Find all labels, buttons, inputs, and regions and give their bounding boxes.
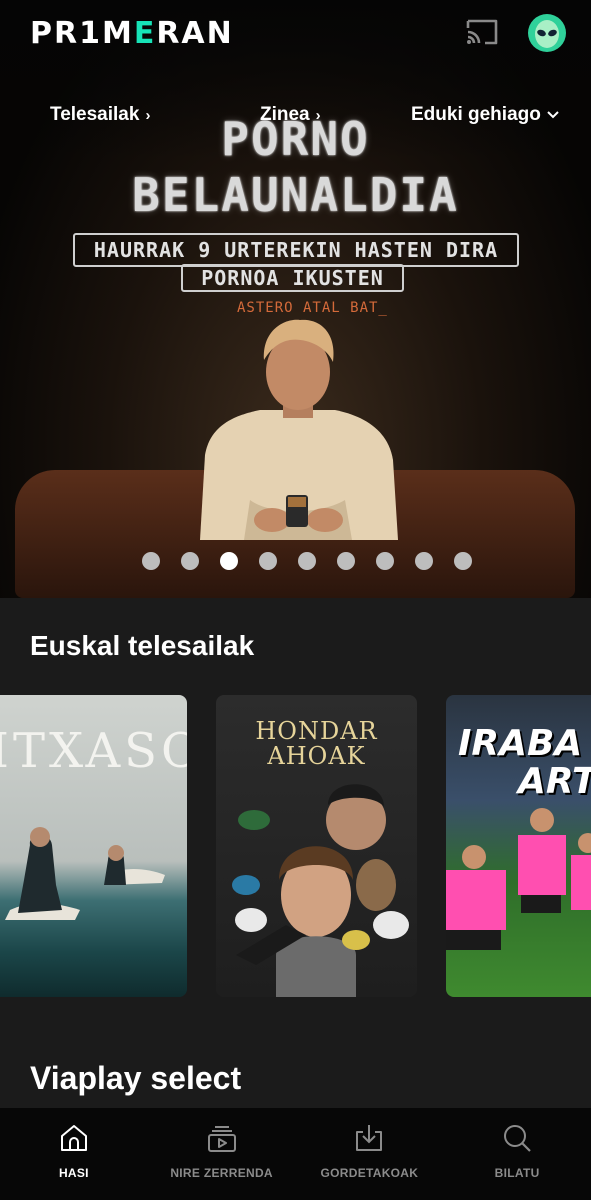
- hero-subtitle: ASTERO ATAL BAT_: [237, 300, 388, 316]
- play-list-icon: [207, 1126, 236, 1152]
- nav-label: Telesailak: [50, 104, 140, 125]
- logo-text-pre: PR1M: [30, 15, 134, 51]
- nav-label: Eduki gehiago: [411, 104, 541, 125]
- show-card-irabazi-arte[interactable]: IRABA ART: [446, 695, 591, 997]
- surfers-art: [5, 827, 165, 920]
- tab-hasi[interactable]: HASI: [0, 1108, 148, 1200]
- carousel-dot[interactable]: [337, 552, 355, 570]
- hero-tagline-line2: PORNOA IKUSTEN: [181, 264, 404, 292]
- section-title-viaplay-select: Viaplay select: [30, 1060, 242, 1096]
- carousel-dot[interactable]: [415, 552, 433, 570]
- show-card-hondar-ahoak[interactable]: HONDAR AHOAK: [216, 695, 417, 997]
- search-icon: [504, 1125, 531, 1152]
- profile-avatar[interactable]: [528, 14, 566, 52]
- hero-tagline-line1: HAURRAK 9 URTEREKIN HASTEN DIRA: [73, 233, 519, 267]
- carousel-dot[interactable]: [259, 552, 277, 570]
- birds-portrait-art: [232, 784, 409, 997]
- tab-label: BILATU: [494, 1166, 540, 1180]
- logo-text-accent: E: [133, 15, 157, 51]
- carousel-dot[interactable]: [181, 552, 199, 570]
- cast-icon[interactable]: [465, 17, 499, 47]
- show-card-itxaso[interactable]: ITXASO: [0, 695, 187, 997]
- carousel-dot[interactable]: [454, 552, 472, 570]
- app-logo[interactable]: PR1M E RAN: [30, 15, 234, 51]
- chevron-right-icon: ›: [315, 106, 321, 124]
- hero-title-line2: BELAUNALDIA: [132, 168, 459, 222]
- section-title-euskal-telesailak: Euskal telesailak: [30, 630, 255, 661]
- tab-bilatu[interactable]: BILATU: [443, 1108, 591, 1200]
- download-icon: [356, 1125, 383, 1151]
- carousel-dot[interactable]: [298, 552, 316, 570]
- home-icon: [60, 1125, 87, 1151]
- nav-eduki-gehiago[interactable]: Eduki gehiago: [411, 102, 559, 128]
- tab-nire-zerrenda[interactable]: NIRE ZERRENDA: [148, 1108, 296, 1200]
- nav-zinea[interactable]: Zinea ›: [260, 102, 321, 128]
- logo-text-post: RAN: [156, 15, 234, 51]
- tab-label: GORDETAKOAK: [320, 1166, 419, 1180]
- chevron-down-icon: [547, 111, 559, 119]
- footballers-art: [446, 808, 591, 950]
- tab-label: NIRE ZERRENDA: [170, 1166, 273, 1180]
- tab-gordetakoak[interactable]: GORDETAKOAK: [296, 1108, 444, 1200]
- nav-telesailak[interactable]: Telesailak ›: [50, 102, 150, 128]
- alien-avatar-icon: [535, 20, 559, 48]
- carousel-dot[interactable]: [142, 552, 160, 570]
- carousel-dot[interactable]: [376, 552, 394, 570]
- carousel-indicator[interactable]: [142, 552, 472, 570]
- tab-label: HASI: [58, 1166, 89, 1180]
- nav-label: Zinea: [260, 104, 310, 125]
- bottom-navigation: HASI NIRE ZERRENDA GORDETAKOAK BILATU: [0, 1108, 591, 1200]
- chevron-right-icon: ›: [145, 106, 151, 124]
- hero-banner[interactable]: PORNO BELAUNALDIA HAURRAK 9 URTEREKIN HA…: [0, 0, 591, 598]
- carousel-dot-active[interactable]: [220, 552, 238, 570]
